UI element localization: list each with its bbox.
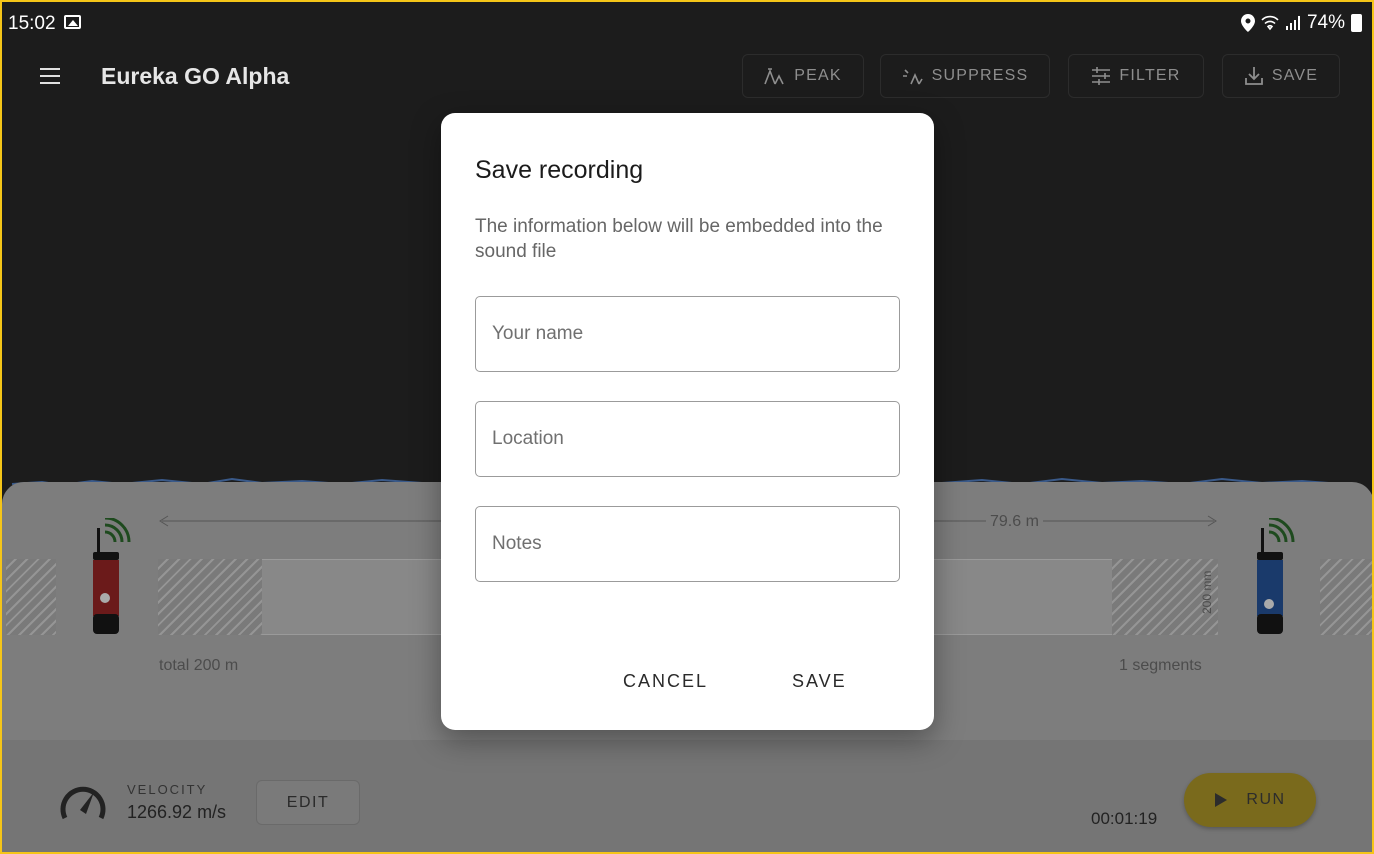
bottom-bar [2, 740, 1372, 852]
dialog-title: Save recording [475, 156, 644, 184]
status-time: 15:02 [8, 13, 56, 34]
play-icon [1215, 793, 1228, 807]
total-length-label: total 200 m [159, 657, 239, 674]
run-label: RUN [1246, 791, 1286, 808]
save-toolbar-button[interactable]: SAVE [1222, 54, 1340, 98]
speedometer-icon [60, 786, 106, 820]
filter-label: FILTER [1119, 67, 1181, 84]
pipe-end-left [6, 559, 56, 635]
save-toolbar-label: SAVE [1271, 67, 1319, 84]
segment-length-label: 200 mm [1200, 570, 1214, 614]
wifi-icon [1261, 15, 1279, 31]
suppress-label: SUPPRESS [931, 67, 1029, 84]
location-field[interactable] [475, 401, 900, 477]
app-title: Eureka GO Alpha [101, 63, 290, 89]
sensor-left[interactable] [91, 516, 131, 643]
peak-label: PEAK [794, 67, 842, 84]
sensor-left-icon [93, 516, 131, 634]
app-bar: Eureka GO Alpha PEAK SUPPRESS FILTER SAV… [2, 46, 1372, 108]
save-recording-dialog: Save recording The information below wil… [441, 113, 934, 730]
signal-icon [1285, 16, 1300, 30]
peak-button[interactable]: PEAK [742, 54, 864, 98]
pipe-end-right [1320, 559, 1372, 635]
status-bar: 15:02 74% [2, 2, 1372, 46]
suppress-icon [902, 69, 923, 85]
suppress-button[interactable]: SUPPRESS [880, 54, 1050, 98]
filter-icon [1092, 67, 1111, 85]
app-screen: 15:02 74% Eureka GO Alpha PEAK SUPPRESS … [0, 0, 1374, 854]
pipe-segment-hatch-left [158, 559, 262, 635]
filter-button[interactable]: FILTER [1068, 54, 1204, 98]
status-icons: 74% [1240, 12, 1362, 34]
run-button[interactable]: RUN [1184, 773, 1316, 827]
location-icon [1240, 14, 1255, 32]
edit-velocity-button[interactable]: EDIT [256, 780, 360, 825]
peak-icon [764, 68, 784, 85]
battery-percent: 74% [1306, 12, 1345, 33]
battery-icon [1351, 14, 1362, 32]
notes-field[interactable] [475, 506, 900, 582]
cancel-button[interactable]: CANCEL [623, 671, 708, 692]
dialog-description: The information below will be embedded i… [475, 216, 883, 262]
distance-label: 79.6 m [986, 513, 1043, 531]
velocity-label: VELOCITY [127, 782, 208, 797]
sensor-right-icon [1257, 516, 1295, 634]
timer: 00:01:19 [1091, 809, 1158, 828]
segments-label: 1 segments [1119, 657, 1202, 674]
menu-icon[interactable] [40, 68, 60, 84]
sensor-right[interactable] [1255, 516, 1295, 643]
save-button[interactable]: SAVE [792, 671, 847, 692]
download-icon [1244, 67, 1263, 85]
name-field[interactable] [475, 296, 900, 372]
image-icon [64, 15, 81, 29]
velocity-value: 1266.92 m/s [127, 802, 227, 822]
